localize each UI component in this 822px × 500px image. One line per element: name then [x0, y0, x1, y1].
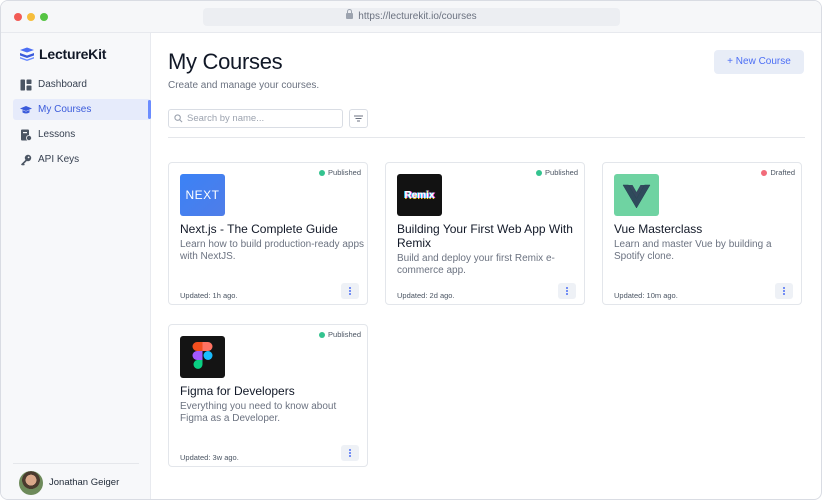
course-updated: Updated: 1h ago. [180, 291, 238, 300]
page-subtitle: Create and manage your courses. [168, 80, 320, 91]
course-card-nextjs[interactable]: Published NEXT Next.js - The Complete Gu… [168, 162, 368, 305]
more-options-button[interactable] [775, 283, 793, 299]
course-title: Building Your First Web App With Remix [397, 222, 573, 250]
course-description: Learn how to build production-ready apps… [180, 239, 365, 262]
course-description: Build and deploy your first Remix e-comm… [397, 253, 555, 276]
course-thumbnail: NEXT [180, 174, 225, 216]
browser-window: https://lecturekit.io/courses LectureKit… [0, 0, 822, 500]
remix-logo: Remix [404, 189, 435, 201]
more-vertical-icon [349, 449, 351, 451]
status-badge: Published [319, 168, 361, 177]
main-content: My Courses Create and manage your course… [152, 33, 821, 499]
course-description: Everything you need to know about Figma … [180, 401, 337, 424]
more-vertical-icon [566, 287, 568, 289]
new-course-button[interactable]: + New Course [714, 50, 804, 74]
drafted-status-icon [761, 169, 768, 176]
more-options-button[interactable] [341, 283, 359, 299]
status-label: Drafted [770, 168, 795, 177]
lock-icon [346, 9, 354, 19]
more-options-button[interactable] [558, 283, 576, 299]
sidebar-item-label: Lessons [38, 129, 76, 140]
course-description: Learn and master Vue by building a Spoti… [614, 239, 772, 262]
status-badge: Published [319, 330, 361, 339]
sidebar: LectureKit Dashboard My Courses Lessons … [1, 33, 151, 499]
more-vertical-icon [783, 287, 785, 289]
sidebar-item-label: API Keys [38, 154, 80, 165]
course-updated: Updated: 2d ago. [397, 291, 455, 300]
published-status-icon [536, 169, 543, 176]
course-title: Next.js - The Complete Guide [180, 222, 338, 236]
page-title: My Courses [168, 49, 283, 74]
url-text: https://lecturekit.io/courses [358, 11, 477, 22]
maximize-window-button[interactable] [40, 13, 48, 21]
published-status-icon [319, 331, 326, 338]
filter-icon [354, 115, 363, 122]
search-icon [174, 114, 183, 123]
graduation-cap-icon [20, 105, 32, 113]
course-card-vue[interactable]: Drafted Vue Masterclass Learn and master… [602, 162, 802, 305]
user-profile[interactable]: Jonathan Geiger [13, 463, 139, 499]
avatar [19, 470, 43, 495]
course-title: Figma for Developers [180, 384, 295, 398]
brand-logo[interactable]: LectureKit [19, 45, 106, 63]
sidebar-item-lessons[interactable]: Lessons [13, 124, 151, 145]
search-box [168, 109, 343, 128]
divider [168, 137, 805, 138]
filter-button[interactable] [349, 109, 368, 128]
course-updated: Updated: 10m ago. [614, 291, 678, 300]
dashboard-icon [20, 79, 32, 90]
address-bar[interactable]: https://lecturekit.io/courses [203, 8, 620, 26]
user-name: Jonathan Geiger [49, 477, 120, 488]
sidebar-item-label: Dashboard [38, 79, 87, 90]
sidebar-item-my-courses[interactable]: My Courses [13, 99, 151, 120]
more-options-button[interactable] [341, 445, 359, 461]
sidebar-item-dashboard[interactable]: Dashboard [13, 74, 151, 95]
minimize-window-button[interactable] [27, 13, 35, 21]
course-thumbnail: Remix [397, 174, 442, 216]
vue-logo [622, 184, 651, 209]
published-status-icon [319, 169, 326, 176]
status-badge: Drafted [761, 168, 795, 177]
status-badge: Published [536, 168, 578, 177]
course-card-figma[interactable]: Published Figma for Developers Everythin… [168, 324, 368, 467]
status-label: Published [545, 168, 578, 177]
course-card-remix[interactable]: Published Remix Building Your First Web … [385, 162, 585, 305]
more-vertical-icon [349, 287, 351, 289]
course-updated: Updated: 3w ago. [180, 453, 239, 462]
figma-logo [192, 342, 213, 369]
nextjs-logo: NEXT [185, 188, 220, 202]
brand-name: LectureKit [39, 46, 107, 62]
course-title: Vue Masterclass [614, 222, 703, 236]
sidebar-item-label: My Courses [38, 104, 92, 115]
status-label: Published [328, 330, 361, 339]
course-thumbnail [180, 336, 225, 378]
browser-titlebar: https://lecturekit.io/courses [1, 1, 821, 33]
sidebar-item-api-keys[interactable]: API Keys [13, 149, 151, 170]
lessons-icon [21, 129, 32, 141]
status-label: Published [328, 168, 361, 177]
lecturekit-logo-icon [20, 47, 34, 61]
course-thumbnail [614, 174, 659, 216]
key-icon [21, 154, 32, 166]
close-window-button[interactable] [14, 13, 22, 21]
search-input[interactable] [187, 113, 337, 124]
